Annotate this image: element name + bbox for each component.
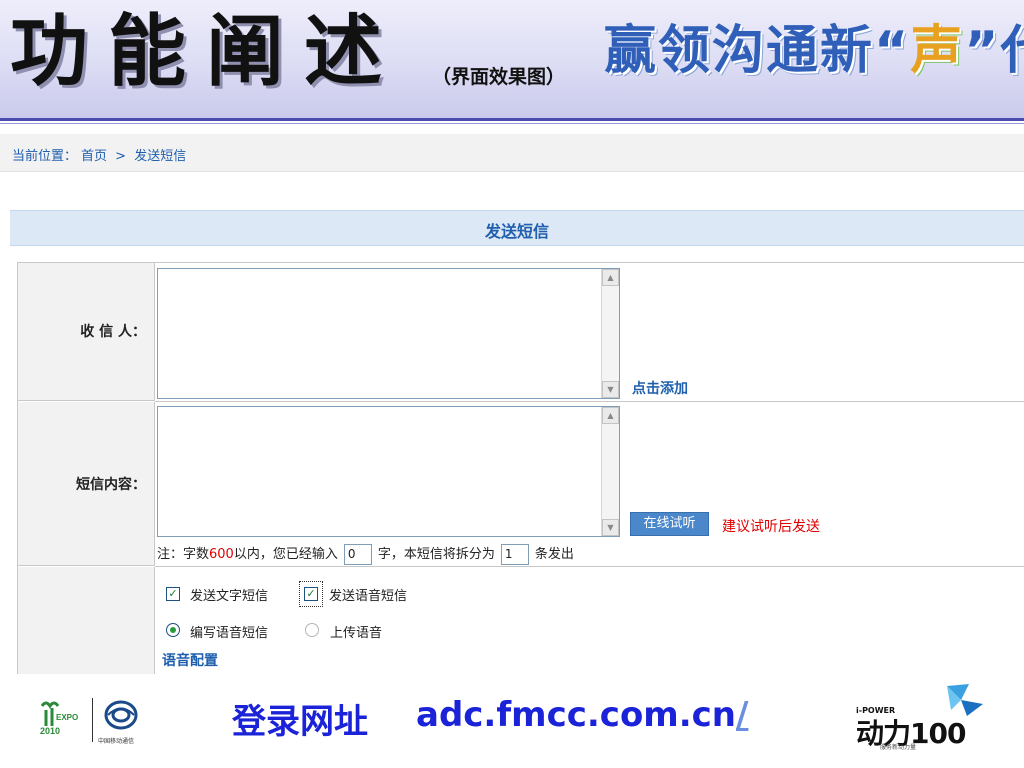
content-textarea[interactable]: ▲ ▼ bbox=[157, 406, 620, 537]
upload-voice-radio[interactable] bbox=[305, 623, 319, 637]
slide-subtitle: （界面效果图） bbox=[432, 66, 566, 88]
page-title: 发送短信 bbox=[10, 210, 1024, 246]
scroll-down-icon[interactable]: ▼ bbox=[602, 381, 619, 398]
slide-title: 功能阐述 bbox=[10, 7, 403, 97]
recipients-label: 收 信 人： bbox=[18, 263, 155, 401]
compose-voice-radio[interactable] bbox=[166, 623, 180, 637]
slogan-highlight: 声 bbox=[910, 21, 965, 81]
slogan-pre: 赢领沟通新 bbox=[604, 21, 875, 81]
header-divider-thin bbox=[0, 123, 1024, 124]
upload-voice-label: 上传语音 bbox=[330, 626, 383, 641]
svg-text:EXPO: EXPO bbox=[56, 713, 78, 722]
recipients-textarea[interactable]: ▲ ▼ bbox=[157, 268, 620, 399]
slogan-post: 代 bbox=[1000, 21, 1024, 81]
header-divider bbox=[0, 118, 1024, 121]
china-mobile-text: 中国移动通信 bbox=[98, 738, 135, 745]
breadcrumb: 当前位置： 首页 > 发送短信 bbox=[0, 134, 1024, 172]
slogan-quote-open: “ bbox=[874, 21, 911, 81]
scroll-up-icon[interactable]: ▲ bbox=[602, 407, 619, 424]
svg-text:2010: 2010 bbox=[40, 726, 60, 736]
send-text-label: 发送文字短信 bbox=[190, 589, 269, 604]
breadcrumb-separator: > bbox=[115, 149, 127, 164]
logo-divider bbox=[92, 698, 93, 742]
note-mid2: 字，本短信将拆分为 bbox=[377, 547, 495, 562]
note-mid: 以内，您已经输入 bbox=[233, 547, 338, 562]
send-sms-form: 收 信 人： ▲ ▼ 点击添加 短信内容： ▲ ▼ bbox=[17, 262, 1024, 675]
scroll-down-icon[interactable]: ▼ bbox=[602, 519, 619, 536]
row-divider bbox=[155, 566, 1024, 567]
expo-logo-icon: EXPO 2010 bbox=[40, 701, 78, 736]
recipients-scrollbar[interactable]: ▲ ▼ bbox=[601, 269, 619, 398]
login-url-text[interactable]: adc.fmcc.com.cn bbox=[416, 695, 736, 735]
send-voice-checkbox[interactable]: ✓ bbox=[304, 587, 318, 601]
listen-online-button[interactable]: 在线试听 bbox=[630, 512, 709, 536]
scroll-up-icon[interactable]: ▲ bbox=[602, 269, 619, 286]
slogan: 赢领沟通新“声”代 bbox=[604, 18, 1024, 84]
login-url-slash[interactable]: / bbox=[736, 695, 748, 735]
breadcrumb-current: 发送短信 bbox=[134, 149, 187, 164]
send-voice-label: 发送语音短信 bbox=[329, 589, 408, 604]
note-limit: 600 bbox=[209, 547, 234, 562]
web-screen: 当前位置： 首页 > 发送短信 发送短信 收 信 人： ▲ ▼ 点击添加 短信内容… bbox=[0, 134, 1024, 675]
row-divider bbox=[155, 401, 1024, 402]
ipower-tagline: 服务新动力量 bbox=[880, 744, 917, 751]
add-recipient-link[interactable]: 点击添加 bbox=[632, 378, 688, 398]
listen-tip: 建议试听后发送 bbox=[722, 519, 820, 535]
options-label-cell bbox=[18, 567, 155, 675]
voice-config-link[interactable]: 语音配置 bbox=[162, 650, 218, 670]
split-count-field[interactable]: 1 bbox=[500, 544, 529, 565]
slogan-quote-close: ” bbox=[964, 21, 1001, 81]
breadcrumb-home[interactable]: 首页 bbox=[81, 149, 107, 164]
chars-entered-field[interactable]: 0 bbox=[343, 544, 372, 565]
china-mobile-logo-icon bbox=[104, 700, 138, 730]
compose-voice-label: 编写语音短信 bbox=[190, 626, 269, 641]
send-text-checkbox[interactable]: ✓ bbox=[166, 587, 180, 601]
char-count-note: 注：字数600以内，您已经输入 0 字，本短信将拆分为 1 条发出 bbox=[157, 543, 574, 565]
note-prefix: 注：字数 bbox=[157, 547, 210, 562]
content-scrollbar[interactable]: ▲ ▼ bbox=[601, 407, 619, 536]
content-label: 短信内容： bbox=[18, 402, 155, 566]
login-url[interactable]: adc.fmcc.com.cn/ bbox=[416, 695, 748, 735]
breadcrumb-label: 当前位置： bbox=[12, 149, 78, 164]
note-suffix: 条发出 bbox=[534, 547, 574, 562]
login-label: 登录网址 bbox=[232, 702, 368, 742]
